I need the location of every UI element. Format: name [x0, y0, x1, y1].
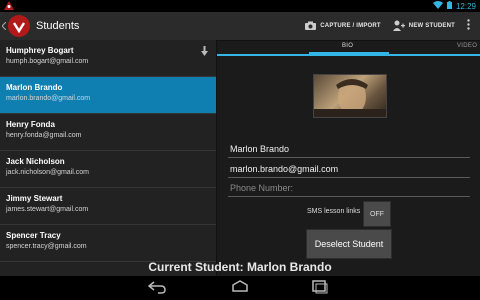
sms-toggle[interactable]: OFF: [363, 201, 391, 227]
home-icon[interactable]: [230, 280, 250, 299]
student-name: Jimmy Stewart: [6, 194, 63, 203]
student-list-item[interactable]: Jimmy Stewart james.stewart@gmail.com: [0, 188, 216, 225]
student-name: Henry Fonda: [6, 120, 55, 129]
student-photo[interactable]: [313, 74, 387, 118]
up-navigation[interactable]: [1, 15, 30, 37]
add-person-icon: [392, 20, 405, 33]
sms-lesson-links-label: SMS lesson links: [307, 208, 361, 215]
student-list-item[interactable]: Humphrey Bogart humph.bogart@gmail.com: [0, 40, 216, 77]
student-list-item[interactable]: Spencer Tracy spencer.tracy@gmail.com: [0, 225, 216, 262]
recent-apps-icon[interactable]: [312, 280, 328, 299]
student-list-item[interactable]: Jack Nicholson jack.nicholson@gmail.com: [0, 151, 216, 188]
student-email: marlon.brando@gmail.com: [6, 95, 91, 102]
student-email: spencer.tracy@gmail.com: [6, 243, 87, 250]
navigation-bar: [0, 276, 480, 300]
name-field[interactable]: Marlon Brando: [228, 144, 470, 158]
status-bar: 12:29: [0, 0, 480, 12]
student-name: Jack Nicholson: [6, 157, 65, 166]
current-student-label: Current Student: Marlon Brando: [148, 260, 332, 274]
email-field[interactable]: marlon.brando@gmail.com: [228, 164, 470, 178]
app-logo-icon: [8, 15, 30, 37]
student-email: jack.nicholson@gmail.com: [6, 169, 89, 176]
arrow-down-icon[interactable]: [201, 46, 208, 59]
capture-import-button[interactable]: CAPTURE / IMPORT: [305, 21, 381, 32]
new-student-label: NEW STUDENT: [408, 23, 455, 29]
phone-field[interactable]: Phone Number:: [228, 183, 470, 197]
action-bar: Students CAPTURE / IMPORT NEW STUDENT: [0, 12, 480, 41]
camera-icon: [305, 21, 317, 32]
chevron-left-icon: [1, 17, 7, 35]
student-detail-panel: BIO VIDEO Marlon Brando marlon.brando@gm…: [217, 40, 480, 276]
student-list-item-selected[interactable]: Marlon Brando marlon.brando@gmail.com: [0, 77, 216, 114]
student-name: Spencer Tracy: [6, 231, 61, 240]
back-icon[interactable]: [147, 280, 166, 299]
student-list: Humphrey Bogart humph.bogart@gmail.com M…: [0, 40, 217, 276]
student-email: james.stewart@gmail.com: [6, 206, 89, 213]
student-email: henry.fonda@gmail.com: [6, 132, 82, 139]
student-name: Humphrey Bogart: [6, 46, 74, 55]
tab-indicator: [309, 52, 389, 56]
overflow-menu-icon[interactable]: [467, 17, 470, 35]
student-email: humph.bogart@gmail.com: [6, 58, 89, 65]
student-list-item[interactable]: Henry Fonda henry.fonda@gmail.com: [0, 114, 216, 151]
tab-bio[interactable]: BIO: [342, 43, 353, 49]
battery-icon: [446, 1, 452, 11]
tab-bar: BIO VIDEO: [217, 40, 480, 56]
tab-video[interactable]: VIDEO: [457, 43, 477, 49]
capture-import-label: CAPTURE / IMPORT: [320, 23, 381, 29]
deselect-student-button[interactable]: Deselect Student: [306, 229, 392, 259]
page-title: Students: [36, 20, 80, 32]
student-name: Marlon Brando: [6, 83, 63, 92]
clock-text: 12:29: [455, 1, 476, 11]
new-student-button[interactable]: NEW STUDENT: [392, 20, 455, 33]
wifi-icon: [432, 1, 443, 11]
